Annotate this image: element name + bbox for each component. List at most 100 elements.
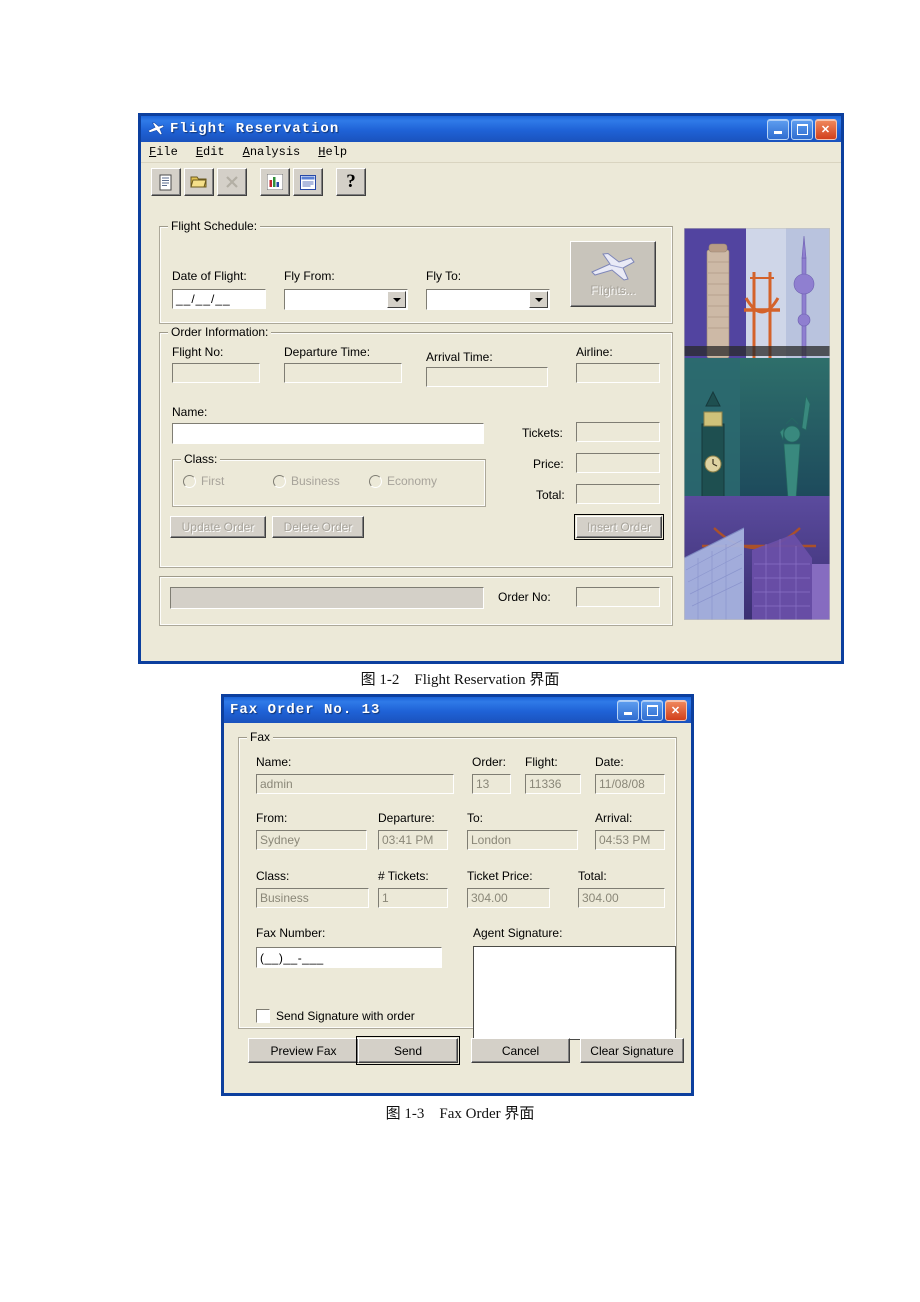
delete-order-button[interactable]: Delete Order: [272, 516, 364, 538]
flight-no-input[interactable]: [172, 363, 260, 383]
fax-to-input: London: [467, 830, 578, 850]
minimize-icon[interactable]: [767, 118, 789, 140]
class-radio-business[interactable]: Business: [273, 474, 340, 488]
flight-window-titlebar[interactable]: Flight Reservation ✕: [141, 116, 841, 142]
chevron-down-icon[interactable]: [529, 291, 548, 308]
order-no-input[interactable]: [576, 587, 660, 607]
fax-window-titlebar[interactable]: Fax Order No. 13 ✕: [224, 697, 691, 723]
status-message: [171, 588, 483, 592]
fax-flight-label: Flight:: [525, 755, 558, 769]
flight-toolbar: ?: [141, 163, 841, 201]
chevron-down-icon[interactable]: [387, 291, 406, 308]
maximize-icon[interactable]: [791, 118, 813, 140]
tickets-input[interactable]: [576, 422, 660, 442]
fax-total-input: 304.00: [578, 888, 665, 908]
plane-icon: [591, 252, 635, 281]
tickets-label: Tickets:: [522, 426, 563, 440]
update-order-label: Update Order: [181, 520, 255, 534]
fly-from-combo[interactable]: [284, 289, 408, 310]
name-input[interactable]: [172, 423, 484, 444]
price-input[interactable]: [576, 453, 660, 473]
clear-signature-button[interactable]: Clear Signature: [580, 1038, 684, 1063]
flight-no-label: Flight No:: [172, 345, 224, 359]
fax-figure-caption: 图 1-3 Fax Order 界面: [385, 1106, 535, 1122]
menu-item-edit[interactable]: Edit: [196, 145, 225, 159]
agent-signature-label: Agent Signature:: [473, 926, 563, 940]
flights-button[interactable]: Flights...: [570, 241, 656, 307]
plane-icon: [147, 122, 165, 135]
insert-order-button[interactable]: Insert Order: [574, 514, 664, 540]
fax-window-buttons: ✕: [617, 699, 689, 721]
preview-fax-button[interactable]: Preview Fax: [248, 1038, 359, 1063]
order-information-legend: Order Information:: [168, 325, 272, 339]
checkbox-icon: [256, 1009, 270, 1023]
arrival-time-input[interactable]: [426, 367, 548, 387]
help-icon[interactable]: ?: [336, 168, 366, 196]
date-of-flight-label: Date of Flight:: [172, 269, 247, 283]
cancel-button[interactable]: Cancel: [471, 1038, 570, 1063]
fax-date-label: Date:: [595, 755, 624, 769]
class-radio-first-label: First: [201, 474, 225, 488]
fax-order-icon[interactable]: [293, 168, 323, 196]
status-message-field: [170, 587, 484, 609]
fax-from-label: From:: [256, 811, 288, 825]
airline-input[interactable]: [576, 363, 660, 383]
radio-icon: [273, 474, 286, 488]
fax-tickets-label: # Tickets:: [378, 869, 429, 883]
fax-flight-input: 11336: [525, 774, 581, 794]
new-order-icon[interactable]: [151, 168, 181, 196]
radio-icon: [183, 474, 196, 488]
flight-reservation-window: Flight Reservation ✕ File Edit Analysis …: [138, 113, 844, 664]
cancel-label: Cancel: [501, 1043, 540, 1058]
flight-window-title: Flight Reservation: [170, 121, 340, 137]
status-group: Order No:: [159, 576, 673, 626]
fax-arrival-input: 04:53 PM: [595, 830, 665, 850]
send-signature-label: Send Signature with order: [276, 1009, 415, 1023]
fax-ticket-price-label: Ticket Price:: [467, 869, 533, 883]
fax-number-label: Fax Number:: [256, 926, 326, 940]
flight-schedule-group: Flight Schedule: Date of Flight: __/__/_…: [159, 219, 673, 324]
flight-menubar: File Edit Analysis Help: [141, 142, 841, 163]
fax-departure-label: Departure:: [378, 811, 435, 825]
preview-fax-label: Preview Fax: [270, 1043, 337, 1058]
close-icon[interactable]: ✕: [815, 118, 837, 140]
fax-departure-input: 03:41 PM: [378, 830, 448, 850]
send-label: Send: [393, 1043, 423, 1058]
departure-time-input[interactable]: [284, 363, 402, 383]
open-order-icon[interactable]: [184, 168, 214, 196]
airline-label: Airline:: [576, 345, 613, 359]
fly-to-combo[interactable]: [426, 289, 550, 310]
fax-group-legend: Fax: [247, 730, 274, 744]
menu-item-help[interactable]: Help: [318, 145, 347, 159]
fax-order-window: Fax Order No. 13 ✕ Fax Name: admin Order…: [221, 694, 694, 1096]
fly-from-value: [285, 290, 387, 309]
class-radio-economy[interactable]: Economy: [369, 474, 437, 488]
update-order-button[interactable]: Update Order: [170, 516, 266, 538]
flight-schedule-legend: Flight Schedule:: [168, 219, 261, 233]
fax-from-input: Sydney: [256, 830, 367, 850]
total-label: Total:: [536, 488, 565, 502]
fly-to-value: [427, 290, 529, 309]
fax-number-input[interactable]: (__)__-___: [256, 947, 442, 968]
menu-item-analysis[interactable]: Analysis: [243, 145, 301, 159]
fax-class-label: Class:: [256, 869, 290, 883]
menu-item-file[interactable]: File: [149, 145, 178, 159]
fly-from-label: Fly From:: [284, 269, 335, 283]
date-of-flight-input[interactable]: __/__/__: [172, 289, 266, 309]
fax-date-input: 11/08/08: [595, 774, 665, 794]
send-button[interactable]: Send: [356, 1036, 460, 1065]
close-icon[interactable]: ✕: [665, 699, 687, 721]
maximize-icon[interactable]: [641, 699, 663, 721]
agent-signature-canvas[interactable]: [473, 946, 676, 1040]
class-radio-first[interactable]: First: [183, 474, 224, 488]
minimize-icon[interactable]: [617, 699, 639, 721]
travel-collage-image: [684, 228, 830, 620]
fax-order-label: Order:: [472, 755, 507, 769]
fax-total-label: Total:: [578, 869, 607, 883]
price-label: Price:: [533, 457, 564, 471]
fax-name-label: Name:: [256, 755, 292, 769]
graph-icon[interactable]: [260, 168, 290, 196]
delete-order-label: Delete Order: [283, 520, 353, 534]
total-input[interactable]: [576, 484, 660, 504]
send-signature-checkbox[interactable]: Send Signature with order: [256, 1009, 415, 1023]
